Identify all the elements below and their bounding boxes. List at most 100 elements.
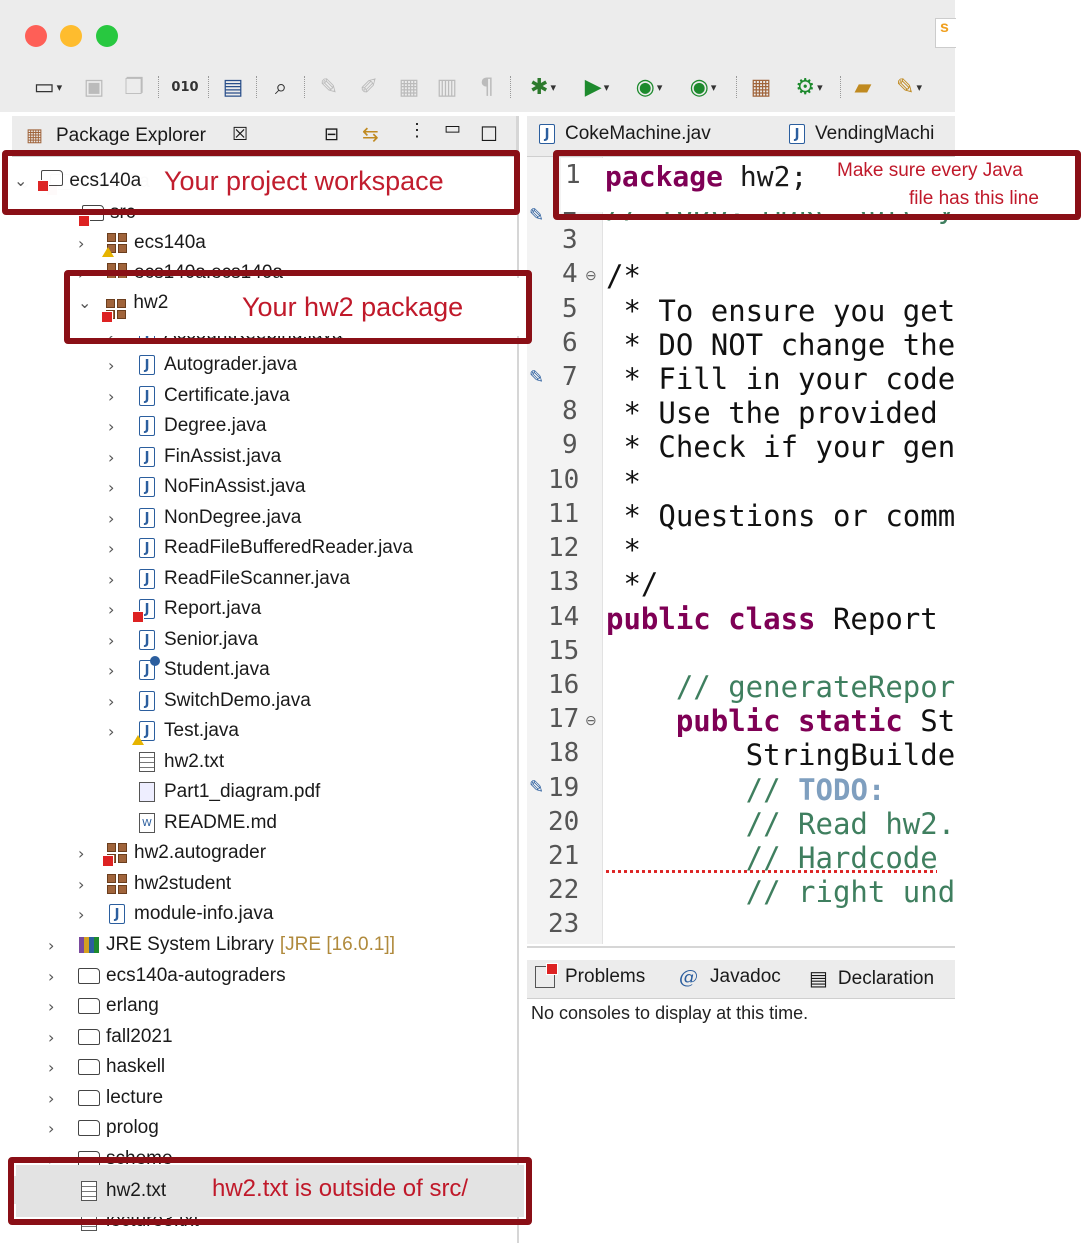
tree-item-text-file[interactable]: hw2.txt bbox=[136, 748, 224, 776]
tree-item-label: erlang bbox=[106, 995, 159, 1016]
task-marker-icon[interactable]: ✎ bbox=[529, 205, 544, 226]
task-marker-icon[interactable]: ✎ bbox=[529, 367, 544, 388]
run-icon[interactable]: ▶ ▾ bbox=[574, 72, 620, 102]
tree-item-java-file[interactable]: › J module-info.java bbox=[78, 900, 273, 928]
java-file-icon: J bbox=[136, 414, 158, 438]
tree-item-package[interactable]: › ecs140a bbox=[78, 229, 206, 257]
open-type-icon[interactable]: ▰ bbox=[848, 72, 878, 102]
search-tools-icon[interactable]: ✎ ▾ bbox=[886, 72, 932, 102]
new-icon[interactable]: ▭ ▾ bbox=[26, 72, 70, 102]
edit-icon[interactable]: ✐ bbox=[354, 72, 384, 102]
tree-item-pdf-file[interactable]: Part1_diagram.pdf bbox=[136, 778, 320, 806]
toolbar-separator bbox=[736, 76, 739, 98]
tree-item-java-file[interactable]: › J ReadFileScanner.java bbox=[108, 565, 350, 593]
new-class-icon[interactable]: ⚙ ▾ bbox=[786, 72, 832, 102]
annotation-package-line-text-2: file has this line bbox=[909, 188, 1039, 209]
save-all-icon[interactable]: ❐ bbox=[120, 72, 148, 102]
zoom-window-button[interactable] bbox=[96, 25, 118, 47]
binary-file-icon[interactable]: 010 bbox=[170, 72, 200, 102]
collapse-all-icon[interactable]: ⊟ bbox=[324, 124, 339, 145]
package-explorer-icon: ▦ bbox=[26, 125, 44, 145]
annotation-workspace-text: Your project workspace bbox=[164, 166, 444, 196]
code-line-20: // Read hw2. bbox=[606, 807, 955, 841]
editor-tab[interactable]: J VendingMachi bbox=[789, 123, 934, 145]
package-icon bbox=[102, 231, 128, 257]
tree-item-java-file[interactable]: › J ReadFileBufferedReader.java bbox=[108, 534, 413, 562]
tab-declaration[interactable]: ▤ Declaration bbox=[809, 966, 934, 991]
close-view-icon[interactable]: ☒ bbox=[232, 124, 248, 145]
debug-icon[interactable]: ✱ ▾ bbox=[520, 72, 566, 102]
code-line-13: */ bbox=[606, 567, 659, 601]
toggle-icon[interactable]: ▥ bbox=[432, 72, 462, 102]
task-marker-icon[interactable]: ✎ bbox=[529, 777, 544, 798]
java-file-icon: J bbox=[136, 628, 158, 652]
tree-item-java-file[interactable]: › J SwitchDemo.java bbox=[108, 687, 311, 715]
tree-item-java-file[interactable]: › J NoFinAssist.java bbox=[108, 473, 306, 501]
tab-javadoc[interactable]: @ Javadoc bbox=[679, 966, 781, 988]
tree-item-label: ReadFileScanner.java bbox=[164, 568, 350, 589]
view-title[interactable]: Package Explorer bbox=[56, 125, 206, 147]
code-line-10: * bbox=[606, 465, 641, 499]
tree-item-java-file[interactable]: › J NonDegree.java bbox=[108, 504, 301, 532]
save-icon[interactable]: ▣ bbox=[80, 72, 108, 102]
close-window-button[interactable] bbox=[25, 25, 47, 47]
tree-item-label: Autograder.java bbox=[164, 354, 298, 375]
java-interface-icon: J bbox=[136, 656, 160, 682]
tree-item-java-file[interactable]: › J Test.java bbox=[108, 717, 239, 745]
link-with-editor-icon[interactable]: ⇆ bbox=[362, 122, 379, 147]
tree-item-folder[interactable]: › ecs140a-autograders bbox=[48, 962, 286, 990]
minimize-view-icon[interactable]: ▭ bbox=[444, 118, 461, 139]
toolbar-separator bbox=[840, 76, 843, 98]
tree-item-java-file[interactable]: › J Degree.java bbox=[108, 412, 266, 440]
tree-item-java-file[interactable]: › J Report.java bbox=[108, 595, 261, 623]
tree-item-folder[interactable]: › fall2021 bbox=[48, 1023, 173, 1051]
editor-tab[interactable]: J CokeMachine.jav bbox=[539, 123, 711, 145]
tree-item-java-file[interactable]: › J Autograder.java bbox=[108, 351, 297, 379]
new-package-icon[interactable]: ▦ bbox=[746, 72, 776, 102]
search-icon[interactable]: ⌕ bbox=[266, 72, 296, 102]
tab-problems[interactable]: Problems bbox=[535, 963, 645, 988]
perspective-icon[interactable]: s bbox=[935, 18, 956, 48]
toolbar-separator bbox=[158, 76, 161, 98]
minimize-window-button[interactable] bbox=[60, 25, 82, 47]
java-file-icon: J bbox=[136, 384, 158, 408]
tree-item-package[interactable]: › hw2.autograder bbox=[78, 839, 266, 867]
folder-icon bbox=[78, 1086, 100, 1110]
java-file-icon: J bbox=[539, 124, 555, 144]
line-number: 12 bbox=[548, 533, 580, 563]
annotation-icon[interactable]: ✎ bbox=[314, 72, 344, 102]
tree-item-label: README.md bbox=[164, 812, 277, 833]
tree-item-java-file[interactable]: › J Student.java bbox=[108, 656, 270, 684]
folder-icon bbox=[78, 994, 100, 1018]
tree-item-label: module-info.java bbox=[134, 903, 274, 924]
tree-item-folder[interactable]: › haskell bbox=[48, 1053, 165, 1081]
line-number: 20 bbox=[548, 807, 580, 837]
annotation-hw2-item: ⌄ hw2 bbox=[78, 292, 168, 323]
tree-item-label: haskell bbox=[106, 1056, 166, 1077]
jre-version: [JRE [16.0.1]] bbox=[279, 934, 395, 955]
main-toolbar: ▭ ▾ ▣ ❐ 010 ▤ ⌕ ✎ ✐ ▦ ▥ ¶ ✱ ▾ ▶ ▾ ◉ ▾ ◉ ▾ ▦ ⚙… bbox=[0, 62, 955, 112]
console-icon[interactable]: ▤ bbox=[218, 72, 248, 102]
tree-item-package[interactable]: › hw2student bbox=[78, 870, 231, 898]
java-file-icon: J bbox=[136, 445, 158, 469]
tree-item-folder[interactable]: › lecture bbox=[48, 1084, 163, 1112]
tree-item-java-file[interactable]: › J Certificate.java bbox=[108, 382, 290, 410]
external-tools-icon[interactable]: ◉ ▾ bbox=[680, 72, 726, 102]
block-selection-icon[interactable]: ▦ bbox=[394, 72, 424, 102]
view-menu-icon[interactable]: ⋮ bbox=[408, 120, 426, 141]
whitespace-icon[interactable]: ¶ bbox=[472, 72, 502, 102]
tree-item-label: NonDegree.java bbox=[164, 507, 302, 528]
tree-item-label: SwitchDemo.java bbox=[164, 690, 311, 711]
tree-item-label: ReadFileBufferedReader.java bbox=[164, 537, 413, 558]
code-line-7: * Fill in your code bbox=[606, 362, 955, 396]
tree-item-label: hw2.txt bbox=[164, 751, 225, 772]
tree-item-folder[interactable]: › prolog bbox=[48, 1114, 159, 1142]
run-coverage-icon[interactable]: ◉ ▾ bbox=[626, 72, 672, 102]
tree-item-folder[interactable]: › erlang bbox=[48, 992, 159, 1020]
code-line-17: public static St bbox=[606, 704, 955, 738]
tree-item-md-file[interactable]: W README.md bbox=[136, 809, 277, 837]
maximize-view-icon[interactable]: ☐ bbox=[480, 122, 498, 147]
tree-item-java-file[interactable]: › J Senior.java bbox=[108, 626, 258, 654]
tree-item-java-file[interactable]: › J FinAssist.java bbox=[108, 443, 281, 471]
tree-item-library[interactable]: › JRE System Library [JRE [16.0.1]] bbox=[48, 931, 395, 959]
